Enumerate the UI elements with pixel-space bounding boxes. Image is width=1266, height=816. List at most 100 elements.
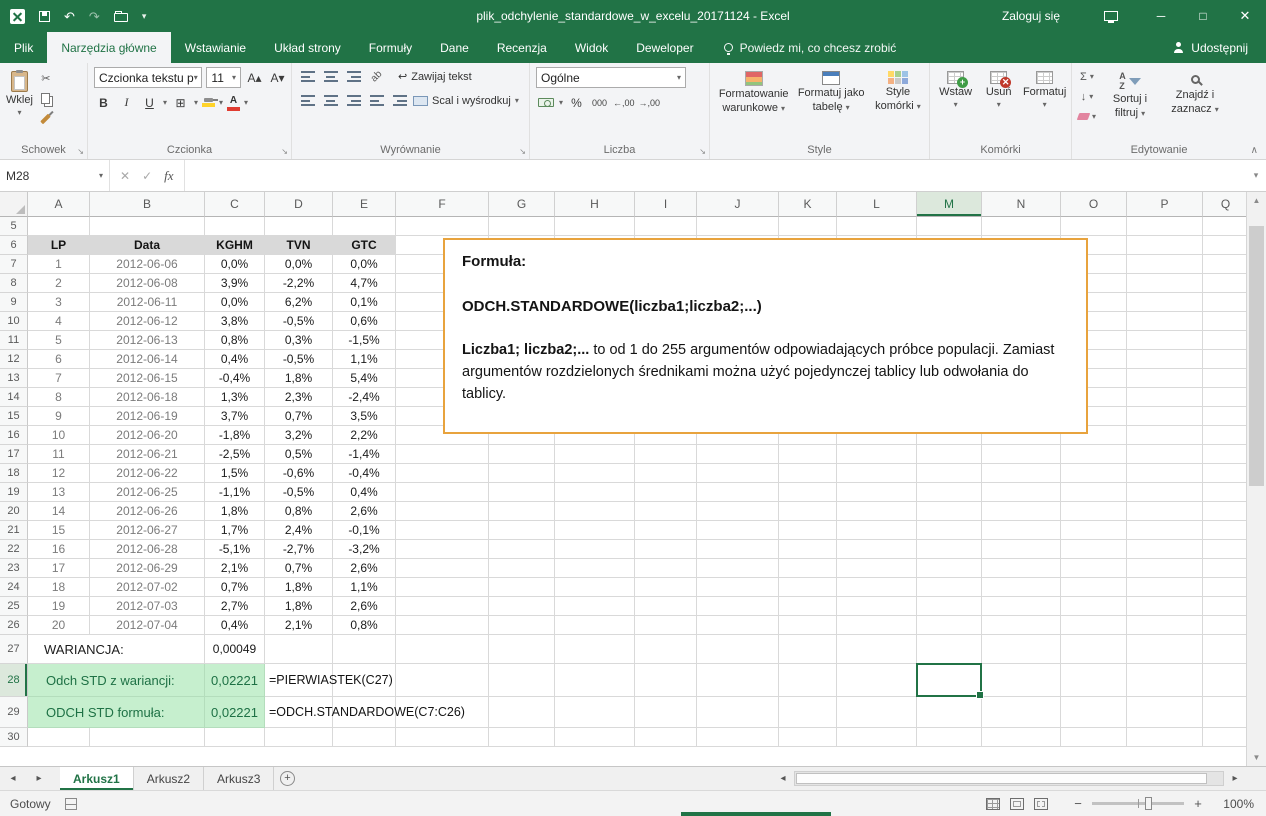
cell-Q30[interactable] <box>1203 728 1249 747</box>
cell-D30[interactable] <box>265 728 333 747</box>
percent-style-button[interactable]: % <box>567 93 586 112</box>
column-header-O[interactable]: O <box>1061 192 1127 217</box>
cell-D21[interactable]: 2,4% <box>265 521 333 540</box>
cell-B26[interactable]: 2012-07-04 <box>90 616 205 635</box>
cell-N18[interactable] <box>982 464 1061 483</box>
underline-dropdown-icon[interactable]: ▾ <box>163 98 167 107</box>
cell-B19[interactable]: 2012-06-25 <box>90 483 205 502</box>
zoom-out-icon[interactable]: − <box>1072 796 1084 811</box>
cell-J21[interactable] <box>697 521 779 540</box>
ribbon-tab-układ-strony[interactable]: Układ strony <box>260 32 355 63</box>
wrap-text-button[interactable]: ↩ Zawijaj tekst <box>398 70 472 83</box>
cell-C9[interactable]: 0,0% <box>205 293 265 312</box>
cell-B18[interactable]: 2012-06-22 <box>90 464 205 483</box>
cell-D13[interactable]: 1,8% <box>265 369 333 388</box>
cell-Q23[interactable] <box>1203 559 1249 578</box>
cell-Q29[interactable] <box>1203 697 1249 728</box>
cell-H28[interactable] <box>555 664 635 697</box>
fill-button[interactable]: ↓ ▾ <box>1078 89 1096 104</box>
cell-P10[interactable] <box>1127 312 1203 331</box>
cell-Q22[interactable] <box>1203 540 1249 559</box>
formula-input[interactable] <box>185 160 1246 191</box>
format-as-table-button[interactable]: Formatuj jako tabelę ▾ <box>795 67 867 141</box>
cell-E19[interactable]: 0,4% <box>333 483 396 502</box>
cell-N21[interactable] <box>982 521 1061 540</box>
align-left-button[interactable] <box>298 91 317 110</box>
cell-N27[interactable] <box>982 635 1061 664</box>
cell-L27[interactable] <box>837 635 917 664</box>
zoom-slider[interactable] <box>1092 802 1184 805</box>
cell-N26[interactable] <box>982 616 1061 635</box>
cell-I26[interactable] <box>635 616 697 635</box>
cell-A13[interactable]: 7 <box>28 369 90 388</box>
paste-dropdown-icon[interactable]: ▾ <box>17 108 21 117</box>
cell-N29[interactable] <box>982 697 1061 728</box>
row-header-10[interactable]: 10 <box>0 312 28 331</box>
cell-C20[interactable]: 1,8% <box>205 502 265 521</box>
active-cell-selection[interactable] <box>916 663 982 697</box>
cell-O30[interactable] <box>1061 728 1127 747</box>
cell-H18[interactable] <box>555 464 635 483</box>
cell-I25[interactable] <box>635 597 697 616</box>
column-header-I[interactable]: I <box>635 192 697 217</box>
row-header-11[interactable]: 11 <box>0 331 28 350</box>
cell-N5[interactable] <box>982 217 1061 236</box>
cell-Q25[interactable] <box>1203 597 1249 616</box>
cell-N30[interactable] <box>982 728 1061 747</box>
cell-A8[interactable]: 2 <box>28 274 90 293</box>
cell-A27[interactable]: WARIANCJA: <box>28 635 205 664</box>
row-header-26[interactable]: 26 <box>0 616 28 635</box>
delete-cells-button[interactable]: ✕ Usuń ▾ <box>979 67 1018 141</box>
insert-function-icon[interactable]: fx <box>164 168 173 184</box>
redo-icon[interactable]: ↷ <box>89 10 100 23</box>
cell-Q18[interactable] <box>1203 464 1249 483</box>
cell-H25[interactable] <box>555 597 635 616</box>
cell-Q15[interactable] <box>1203 407 1249 426</box>
cell-D28[interactable]: =PIERWIASTEK(C27) <box>265 664 333 697</box>
cell-C25[interactable]: 2,7% <box>205 597 265 616</box>
cell-E13[interactable]: 5,4% <box>333 369 396 388</box>
cell-M25[interactable] <box>917 597 982 616</box>
cell-Q12[interactable] <box>1203 350 1249 369</box>
ribbon-tab-formuły[interactable]: Formuły <box>355 32 426 63</box>
row-header-16[interactable]: 16 <box>0 426 28 445</box>
cell-C13[interactable]: -0,4% <box>205 369 265 388</box>
cell-A18[interactable]: 12 <box>28 464 90 483</box>
cell-P5[interactable] <box>1127 217 1203 236</box>
decrease-indent-button[interactable] <box>367 91 386 110</box>
cell-A10[interactable]: 4 <box>28 312 90 331</box>
cell-C11[interactable]: 0,8% <box>205 331 265 350</box>
cell-G22[interactable] <box>489 540 555 559</box>
cell-E17[interactable]: -1,4% <box>333 445 396 464</box>
cell-Q11[interactable] <box>1203 331 1249 350</box>
row-header-18[interactable]: 18 <box>0 464 28 483</box>
column-header-Q[interactable]: Q <box>1203 192 1249 217</box>
column-header-J[interactable]: J <box>697 192 779 217</box>
cell-P6[interactable] <box>1127 236 1203 255</box>
fill-color-button[interactable] <box>202 98 215 107</box>
select-all-corner[interactable] <box>0 192 28 217</box>
cell-I24[interactable] <box>635 578 697 597</box>
cell-K23[interactable] <box>779 559 837 578</box>
cell-J30[interactable] <box>697 728 779 747</box>
cell-A15[interactable]: 9 <box>28 407 90 426</box>
shrink-font-button[interactable]: A▾ <box>268 68 287 87</box>
maximize-button[interactable]: □ <box>1182 0 1224 32</box>
format-cells-button[interactable]: Formatuj ▾ <box>1022 67 1067 141</box>
row-header-30[interactable]: 30 <box>0 728 28 747</box>
cell-B24[interactable]: 2012-07-02 <box>90 578 205 597</box>
cell-L17[interactable] <box>837 445 917 464</box>
cell-E11[interactable]: -1,5% <box>333 331 396 350</box>
cell-H19[interactable] <box>555 483 635 502</box>
font-color-dropdown-icon[interactable]: ▾ <box>244 98 248 107</box>
cell-K28[interactable] <box>779 664 837 697</box>
cell-P22[interactable] <box>1127 540 1203 559</box>
cell-D5[interactable] <box>265 217 333 236</box>
cell-P24[interactable] <box>1127 578 1203 597</box>
cell-P27[interactable] <box>1127 635 1203 664</box>
cell-F23[interactable] <box>396 559 489 578</box>
collapse-ribbon-icon[interactable]: ∧ <box>1251 145 1258 156</box>
cell-F24[interactable] <box>396 578 489 597</box>
cell-F27[interactable] <box>396 635 489 664</box>
cell-styles-button[interactable]: Style komórki ▾ <box>871 67 925 141</box>
